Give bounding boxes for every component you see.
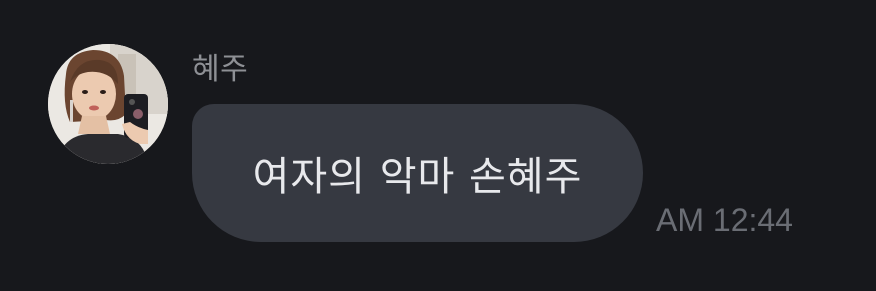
profile-photo-icon <box>48 44 168 164</box>
message-bubble[interactable]: 여자의 악마 손혜주 <box>192 104 643 242</box>
message-text: 여자의 악마 손혜주 <box>252 154 583 200</box>
avatar[interactable] <box>48 44 168 164</box>
sender-name: 혜주 <box>192 52 249 87</box>
chat-message-row: 혜주 여자의 악마 손혜주 AM 12:44 <box>0 0 876 291</box>
message-timestamp: AM 12:44 <box>656 202 793 238</box>
